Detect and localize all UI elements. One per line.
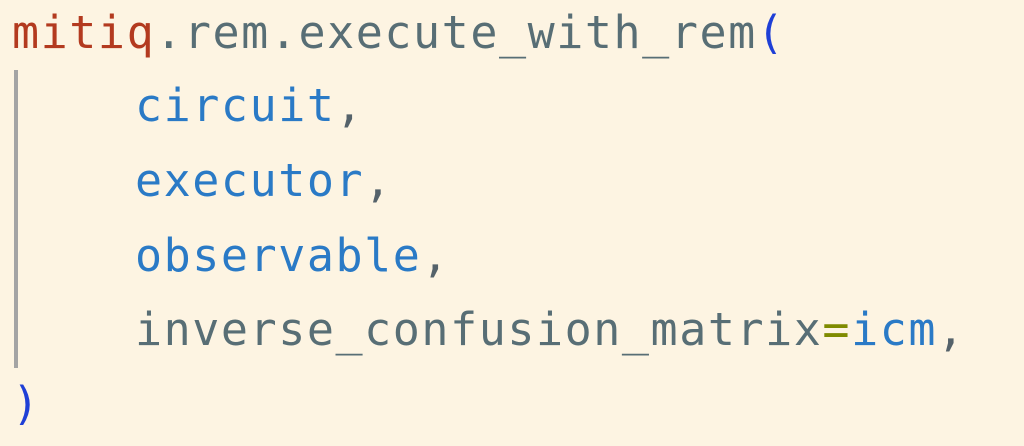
- equals-operator: =: [822, 303, 852, 356]
- code-block: mitiq.rem.execute_with_rem( circuit, exe…: [0, 0, 1024, 446]
- comma: ,: [364, 154, 393, 207]
- code-line-close: ): [12, 366, 41, 442]
- dot-separator: .: [155, 6, 184, 59]
- argument-name: observable: [135, 229, 422, 282]
- comma: ,: [937, 303, 966, 356]
- submodule-name: rem: [183, 6, 270, 59]
- close-parenthesis: ): [12, 377, 41, 430]
- code-line-keyword-argument: inverse_confusion_matrix=icm,: [135, 292, 966, 368]
- comma: ,: [421, 229, 451, 282]
- code-line-argument: observable,: [135, 218, 450, 294]
- code-line-argument: executor,: [135, 143, 393, 219]
- comma: ,: [335, 79, 365, 132]
- keyword-name: inverse_confusion_matrix: [135, 303, 823, 356]
- argument-name: executor: [135, 154, 365, 207]
- function-name: execute_with_rem: [298, 6, 757, 59]
- dot-separator: .: [269, 6, 299, 59]
- argument-name: circuit: [135, 79, 336, 132]
- keyword-value: icm: [851, 303, 938, 356]
- module-name: mitiq: [12, 6, 156, 59]
- code-line-argument: circuit,: [135, 68, 364, 144]
- open-parenthesis: (: [756, 6, 786, 59]
- code-line-function-call: mitiq.rem.execute_with_rem(: [12, 0, 785, 71]
- indent-guide: [14, 70, 18, 368]
